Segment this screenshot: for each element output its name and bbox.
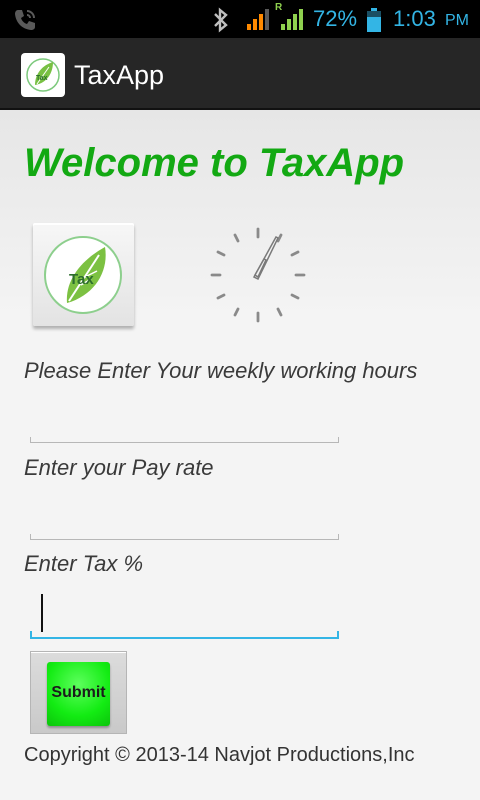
- bluetooth-icon: [214, 7, 228, 33]
- hours-input-underline: [30, 437, 339, 443]
- main-content: Welcome to TaxApp Tax Please Enter Your …: [0, 110, 480, 800]
- submit-button[interactable]: Submit: [30, 651, 127, 734]
- tax-leaf-icon[interactable]: Tax: [21, 53, 65, 97]
- welcome-heading: Welcome to TaxApp: [24, 141, 405, 185]
- svg-text:Tax: Tax: [36, 75, 48, 82]
- signal-icon: [247, 9, 269, 30]
- battery-percent: 72%: [313, 6, 358, 31]
- submit-label: Submit: [51, 684, 106, 701]
- battery-icon: [367, 8, 381, 32]
- phone-icon: [15, 10, 35, 30]
- pay-rate-input[interactable]: [30, 496, 339, 540]
- app-title: TaxApp: [74, 60, 165, 90]
- submit-button-face: Submit: [47, 662, 110, 726]
- status-bar: R 72% 1:03 PM: [0, 0, 480, 38]
- tax-label: Enter Tax %: [24, 551, 144, 576]
- tax-input-underline: [30, 631, 339, 639]
- tax-input[interactable]: [30, 593, 339, 637]
- pay-rate-input-underline: [30, 534, 339, 540]
- tax-logo-image: Tax: [33, 223, 134, 326]
- copyright-text: Copyright © 2013-14 Navjot Productions,I…: [24, 744, 415, 766]
- clock-time: 1:03: [393, 6, 436, 31]
- hours-label: Please Enter Your weekly working hours: [24, 358, 418, 383]
- signal-roaming-icon: [281, 9, 303, 30]
- logo-text: Tax: [69, 271, 94, 288]
- pay-rate-label: Enter your Pay rate: [24, 455, 214, 480]
- action-bar: Tax TaxApp: [0, 38, 480, 110]
- hours-input[interactable]: [30, 400, 339, 444]
- analog-clock-icon: [210, 227, 306, 323]
- text-cursor: [41, 594, 43, 632]
- clock-ampm: PM: [445, 12, 469, 29]
